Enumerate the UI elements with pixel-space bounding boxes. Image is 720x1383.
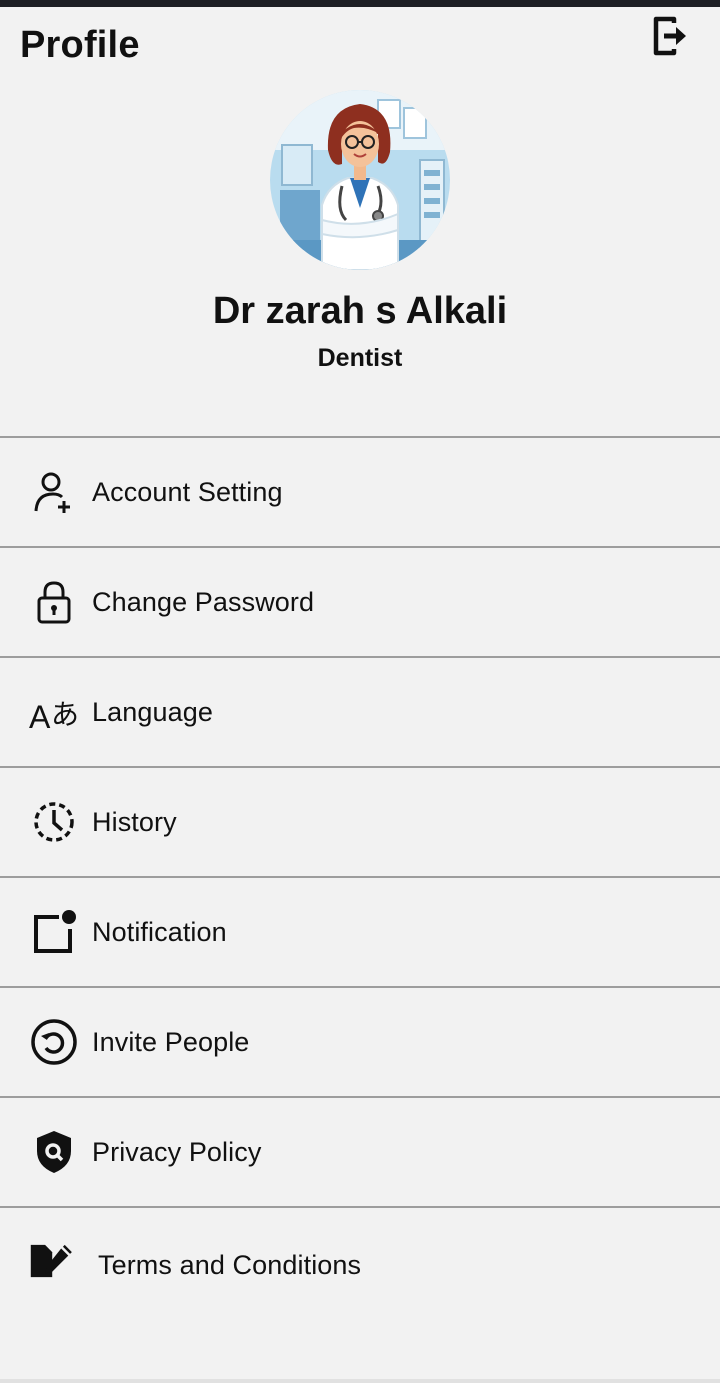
menu-item-label: Terms and Conditions xyxy=(98,1250,362,1280)
logout-button[interactable] xyxy=(646,14,694,62)
menu-item-label: Notification xyxy=(92,916,227,947)
menu-item-privacy-policy[interactable]: Privacy Policy xyxy=(0,1096,720,1206)
menu-item-label: Change Password xyxy=(92,586,315,617)
menu-item-notification[interactable]: Notification xyxy=(0,876,720,986)
privacy-shield-icon xyxy=(29,1127,79,1177)
avatar xyxy=(270,90,450,270)
menu-item-label: Account Setting xyxy=(92,476,283,507)
menu-item-label: Invite People xyxy=(92,1026,250,1057)
svg-text:A: A xyxy=(29,699,51,734)
logout-icon xyxy=(650,15,690,62)
edit-document-icon xyxy=(29,1236,79,1286)
menu-item-label: Language xyxy=(92,696,213,727)
menu-item-terms-and-conditions[interactable]: Terms and Conditions xyxy=(0,1206,720,1296)
menu-item-account-setting[interactable]: Account Setting xyxy=(0,436,720,546)
menu-item-label: Privacy Policy xyxy=(92,1136,262,1167)
menu-item-history[interactable]: History xyxy=(0,766,720,876)
menu-item-label: History xyxy=(92,806,177,837)
svg-text:あ: あ xyxy=(51,698,79,731)
lock-icon xyxy=(29,577,79,627)
profile-menu: Account Setting Change Password A あ Lang… xyxy=(0,436,720,1296)
menu-item-change-password[interactable]: Change Password xyxy=(0,546,720,656)
page-title: Profile xyxy=(20,24,140,66)
translate-icon: A あ xyxy=(29,687,79,737)
history-clock-icon xyxy=(29,797,79,847)
menu-item-language[interactable]: A あ Language xyxy=(0,656,720,766)
notification-icon xyxy=(29,907,79,957)
profile-name: Dr zarah s Alkali xyxy=(212,290,508,332)
menu-item-invite-people[interactable]: Invite People xyxy=(0,986,720,1096)
status-bar xyxy=(0,0,720,7)
share-circle-icon xyxy=(29,1017,79,1067)
bottom-divider xyxy=(0,1379,720,1383)
profile-role: Dentist xyxy=(317,344,403,372)
add-user-icon xyxy=(29,467,79,517)
